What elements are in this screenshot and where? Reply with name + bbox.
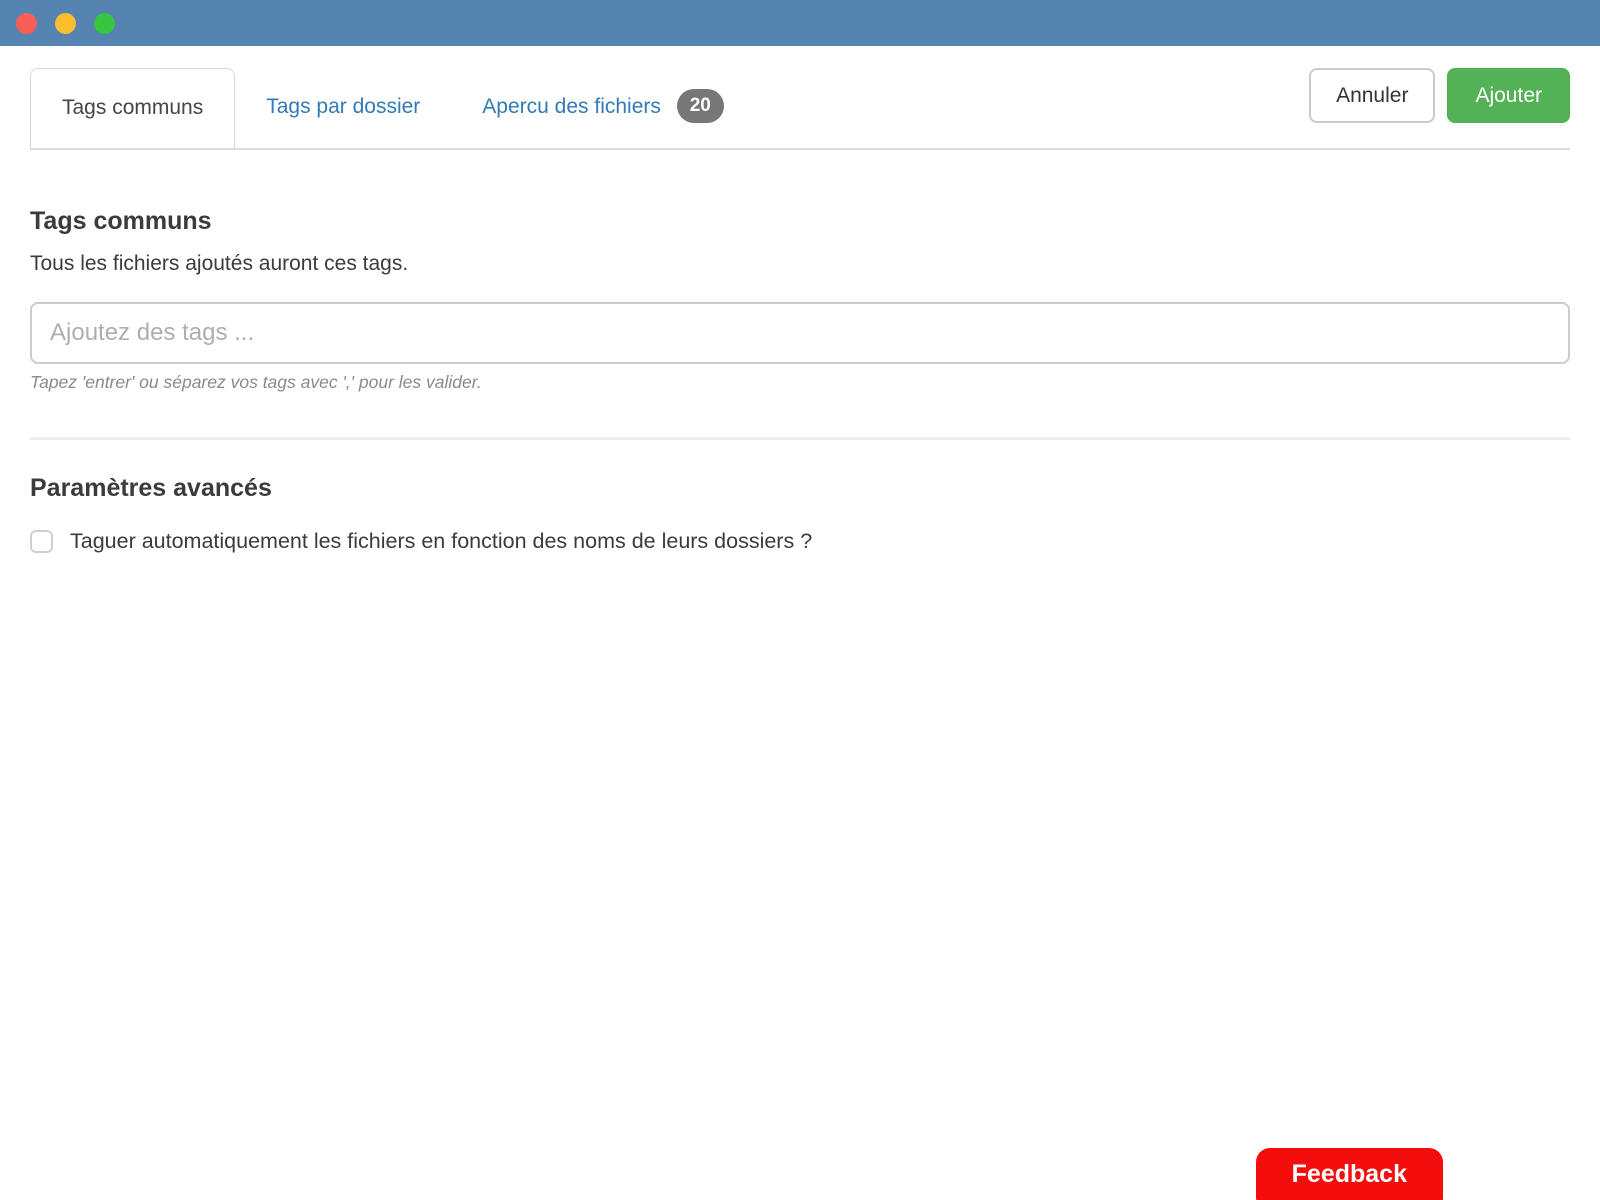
minimize-window-icon[interactable] [55, 13, 76, 34]
traffic-lights [16, 13, 115, 34]
tab-tags-par-dossier[interactable]: Tags par dossier [235, 68, 451, 148]
tab-bar: Tags communs Tags par dossier Apercu des… [30, 68, 755, 148]
tags-input[interactable] [30, 302, 1570, 364]
section-title-tags-communs: Tags communs [30, 207, 1570, 236]
add-button[interactable]: Ajouter [1447, 68, 1570, 123]
auto-tag-option-row: Taguer automatiquement les fichiers en f… [30, 529, 1570, 554]
tags-input-help-text: Tapez 'entrer' ou séparez vos tags avec … [30, 372, 1570, 393]
window-titlebar [0, 0, 1600, 46]
section-divider [30, 437, 1570, 440]
tab-tags-communs[interactable]: Tags communs [30, 68, 235, 148]
feedback-button[interactable]: Feedback [1256, 1148, 1443, 1200]
zoom-window-icon[interactable] [94, 13, 115, 34]
file-count-badge: 20 [677, 89, 724, 123]
header-bar: Tags communs Tags par dossier Apercu des… [30, 46, 1570, 150]
section-title-parametres-avances: Paramètres avancés [30, 474, 1570, 503]
tab-apercu-label: Apercu des fichiers [482, 95, 661, 118]
close-window-icon[interactable] [16, 13, 37, 34]
header-actions: Annuler Ajouter [1309, 68, 1570, 123]
main-content: Tags communs Tous les fichiers ajoutés a… [0, 207, 1600, 554]
tab-apercu-des-fichiers[interactable]: Apercu des fichiers 20 [451, 68, 755, 148]
section-description: Tous les fichiers ajoutés auront ces tag… [30, 252, 1570, 276]
auto-tag-checkbox[interactable] [30, 530, 53, 553]
cancel-button[interactable]: Annuler [1309, 68, 1435, 123]
auto-tag-checkbox-label[interactable]: Taguer automatiquement les fichiers en f… [70, 529, 812, 554]
